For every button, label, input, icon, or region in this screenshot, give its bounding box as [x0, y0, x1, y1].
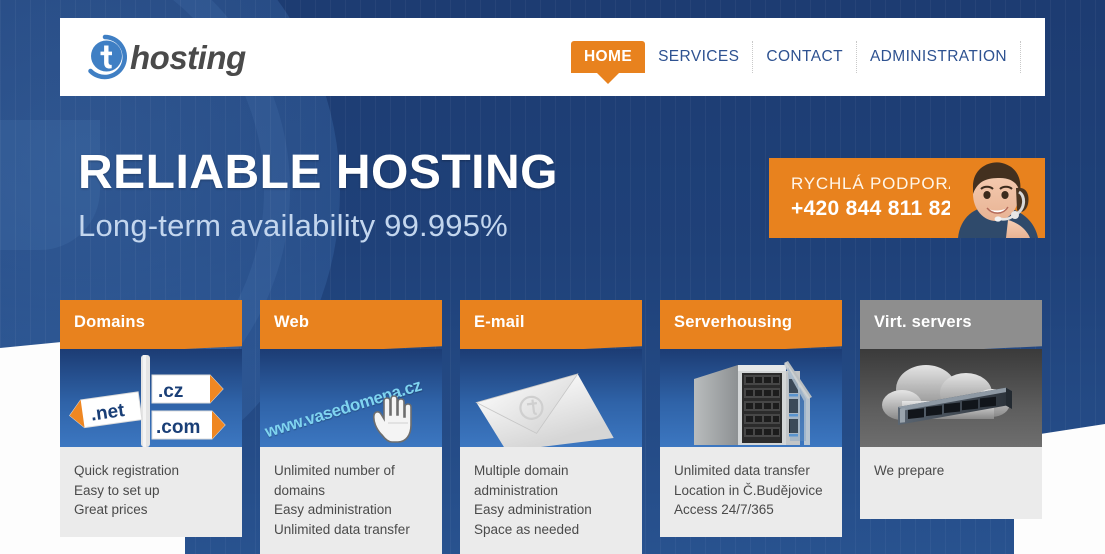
- nav-item-administration[interactable]: ADMINISTRATION: [857, 41, 1021, 73]
- svg-text:.cz: .cz: [158, 381, 183, 402]
- feature-item: Unlimited number of domains: [274, 463, 395, 498]
- nav-item-services[interactable]: SERVICES: [645, 41, 754, 73]
- card-domains[interactable]: Domains .cz .net .com Quick registration…: [60, 300, 242, 554]
- feature-item: Quick registration: [74, 463, 180, 478]
- card-features-email: Multiple domain administration Easy admi…: [460, 447, 642, 554]
- card-features-web: Unlimited number of domains Easy adminis…: [260, 447, 442, 554]
- card-email[interactable]: E-mail Multiple domain administration Ea…: [460, 300, 642, 554]
- card-features-serverhousing: Unlimited data transfer Location in Č.Bu…: [660, 447, 842, 537]
- site-header: hosting HOME SERVICES CONTACT ADMINISTRA…: [60, 18, 1045, 96]
- hero-section: RELIABLE HOSTING Long-term availability …: [78, 146, 559, 244]
- hero-subtitle: Long-term availability 99.995%: [78, 208, 508, 244]
- card-title-email: E-mail: [460, 300, 642, 355]
- t-circle-logo-icon: [82, 34, 128, 80]
- server-rack-icon: [660, 349, 842, 447]
- service-cards: Domains .cz .net .com Quick registration…: [60, 300, 1045, 554]
- nav-item-contact[interactable]: CONTACT: [753, 41, 857, 73]
- logo-text: hosting: [130, 38, 246, 76]
- card-web[interactable]: Web www.vasedomena.cz Unlimited number o…: [260, 300, 442, 554]
- cloud-server-icon: [860, 349, 1042, 447]
- feature-item: Unlimited data transfer: [274, 521, 410, 537]
- feature-item: Great prices: [74, 502, 148, 517]
- feature-item: Space as needed: [474, 521, 580, 537]
- support-box[interactable]: RYCHLÁ PODPORA +420 844 811 822: [769, 158, 1045, 238]
- nav-item-home[interactable]: HOME: [570, 41, 646, 73]
- support-agent-headset-photo: [950, 158, 1045, 238]
- main-navigation: HOME SERVICES CONTACT ADMINISTRATION: [570, 18, 1045, 96]
- support-phone: +420 844 811 822: [791, 197, 965, 221]
- support-text: RYCHLÁ PODPORA +420 844 811 822: [769, 173, 965, 222]
- hero-title: RELIABLE HOSTING: [78, 146, 559, 199]
- feature-item: Easy administration: [474, 502, 592, 517]
- feature-item: Location in Č.Budějovice: [674, 482, 823, 498]
- svg-text:.com: .com: [156, 417, 200, 438]
- card-title-web: Web: [260, 300, 442, 355]
- feature-item: Access 24/7/365: [674, 502, 774, 517]
- feature-item: Multiple domain administration: [474, 463, 569, 498]
- web-url-cursor-icon: www.vasedomena.cz: [260, 349, 442, 447]
- feature-item: We prepare: [874, 463, 945, 478]
- card-title-virtual-servers: Virt. servers: [860, 300, 1042, 355]
- card-features-domains: Quick registration Easy to set up Great …: [60, 447, 242, 537]
- signpost-domains-icon: .cz .net .com: [60, 349, 242, 447]
- envelope-icon: [460, 349, 642, 447]
- card-serverhousing[interactable]: Serverhousing Unlimited data transfer Lo…: [660, 300, 842, 554]
- card-title-serverhousing: Serverhousing: [660, 300, 842, 355]
- card-title-domains: Domains: [60, 300, 242, 355]
- feature-item: Easy administration: [274, 502, 392, 517]
- page-root: hosting HOME SERVICES CONTACT ADMINISTRA…: [0, 0, 1105, 554]
- logo[interactable]: hosting: [82, 34, 246, 80]
- card-virtual-servers[interactable]: Virt. servers We prepare: [860, 300, 1042, 554]
- card-features-virtual-servers: We prepare: [860, 447, 1042, 519]
- support-label: RYCHLÁ PODPORA: [791, 174, 961, 194]
- hand-cursor-icon: [368, 393, 416, 447]
- feature-item: Easy to set up: [74, 482, 160, 498]
- feature-item: Unlimited data transfer: [674, 463, 810, 478]
